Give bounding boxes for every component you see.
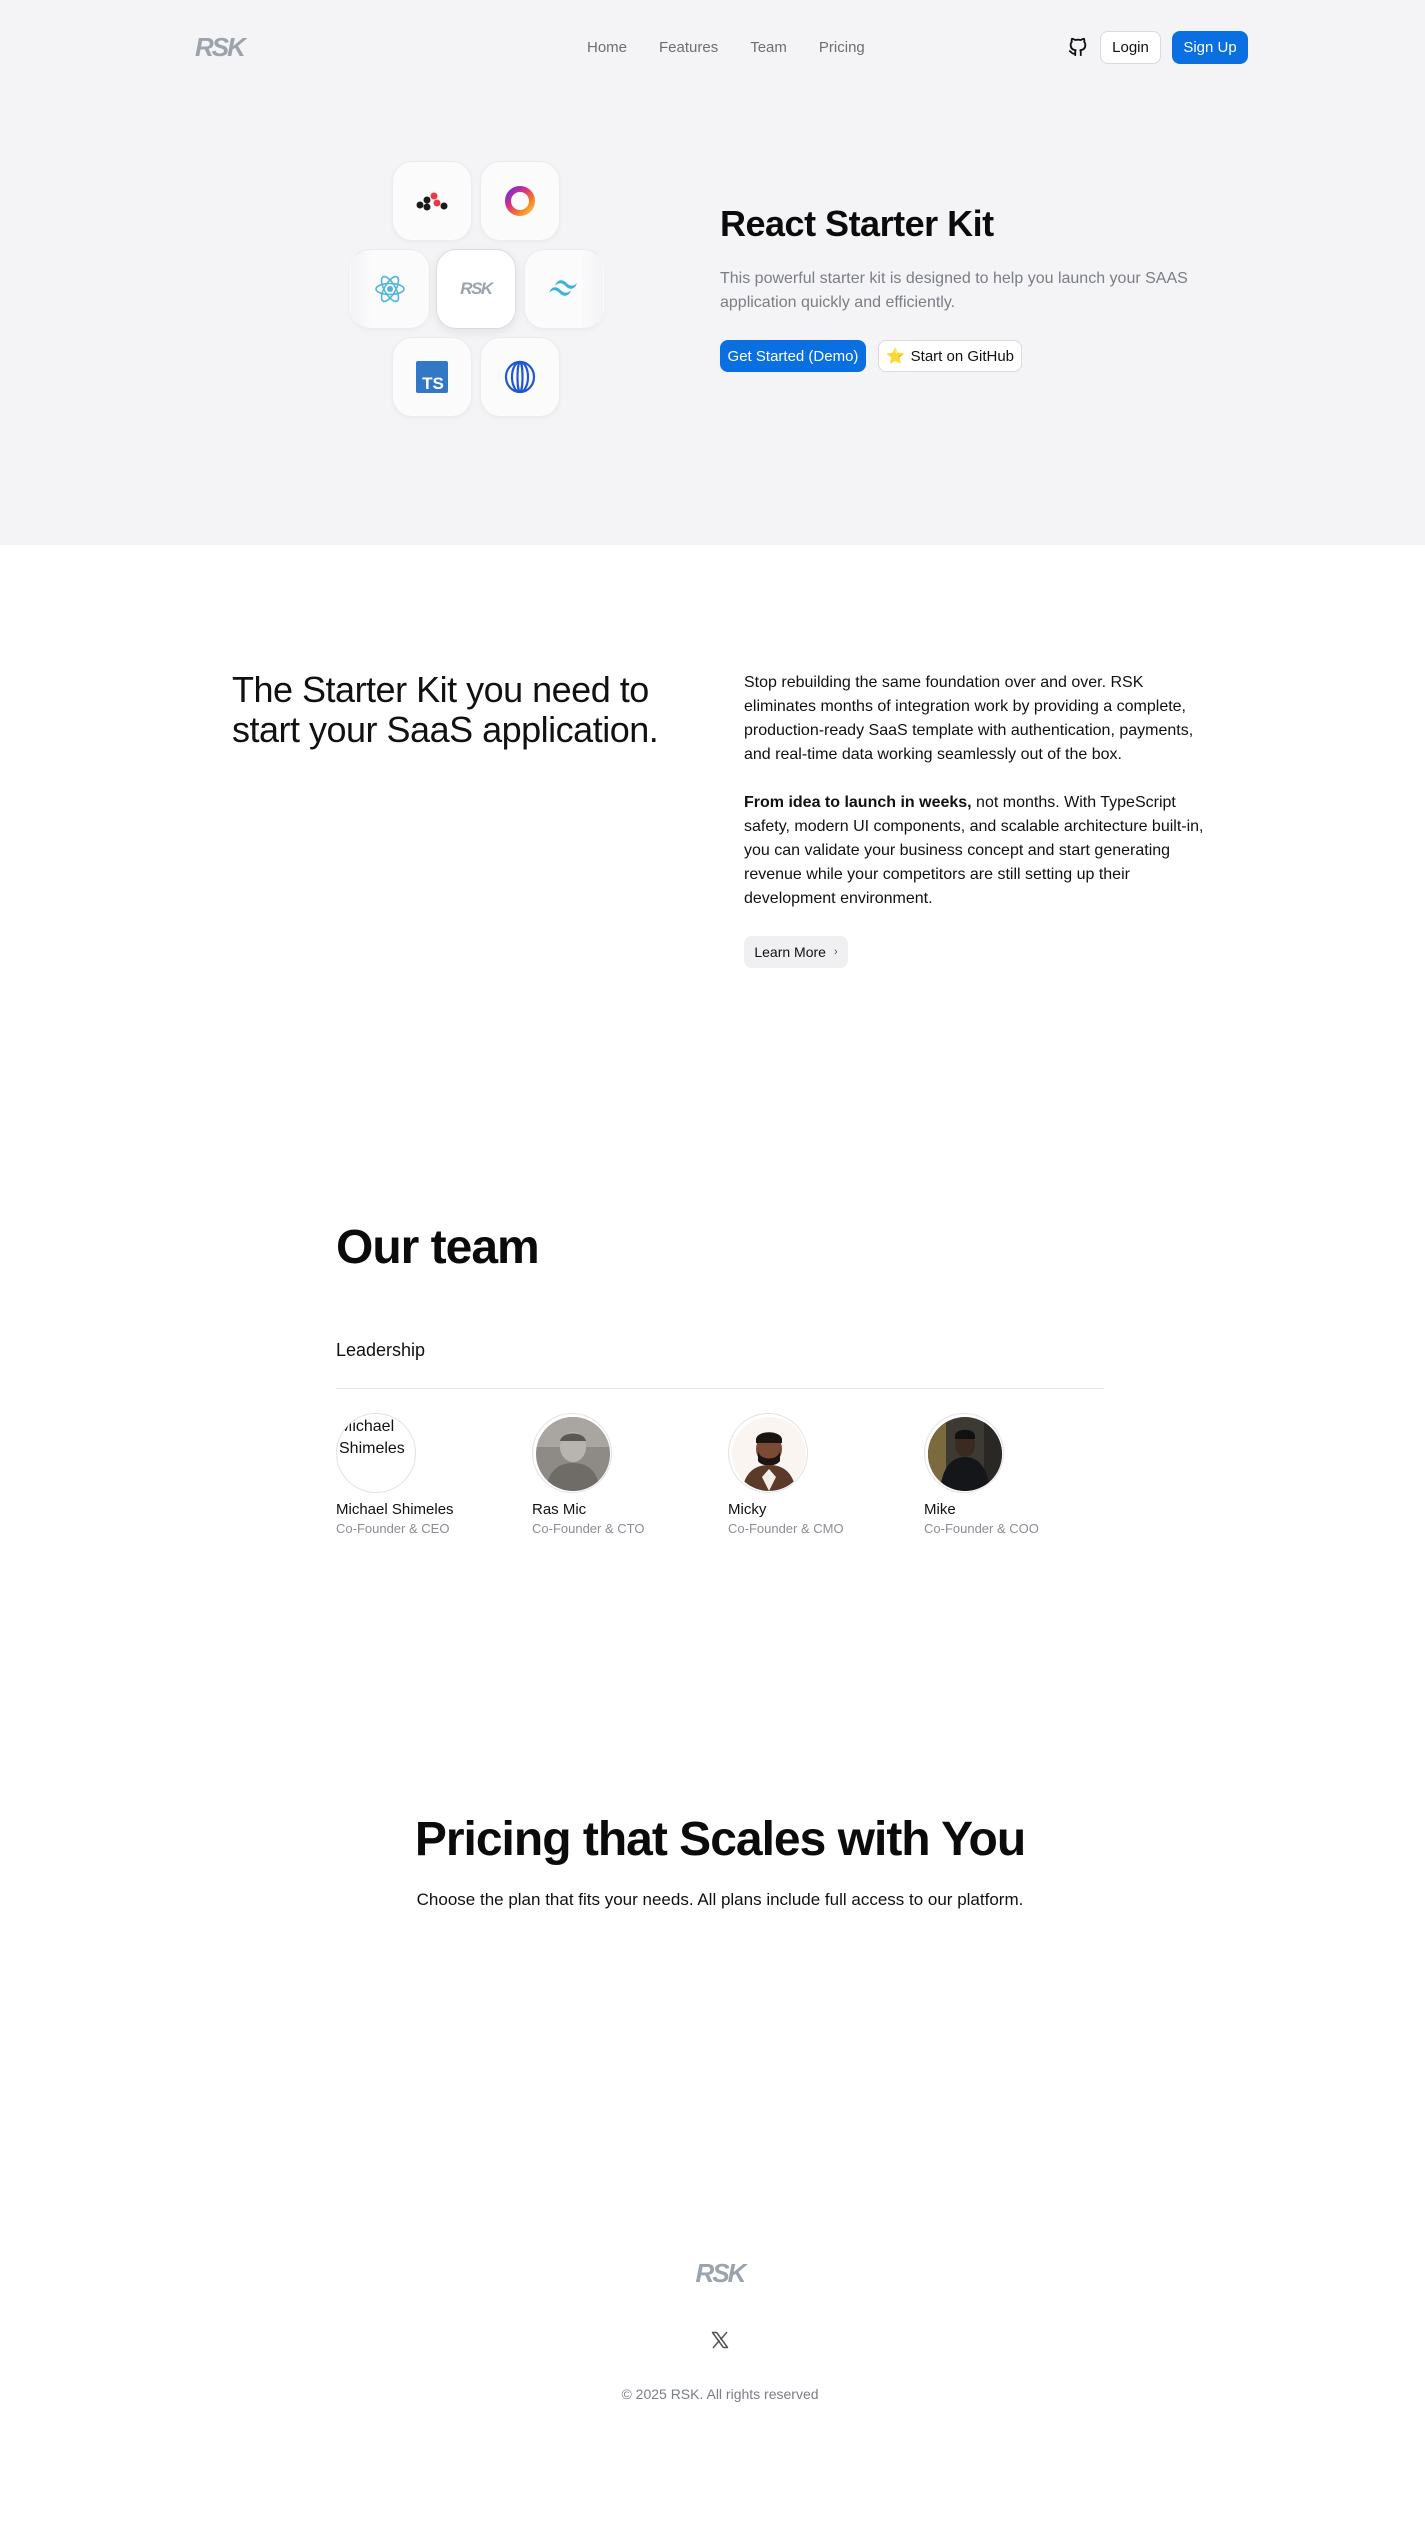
nav-link-home[interactable]: Home <box>587 39 627 56</box>
hero-section: RSK Home Features Team Pricing Login Sig… <box>0 0 1425 545</box>
member-name: Ras Mic <box>532 1501 587 1518</box>
rsk-icon: RSK <box>460 279 493 298</box>
team-member-card: Michael Shimeles Michael Shimeles Co-Fou… <box>336 1413 516 1536</box>
nav-link-team[interactable]: Team <box>750 39 787 56</box>
starter-paragraph-2: From idea to launch in weeks, not months… <box>744 791 1214 911</box>
member-name: Michael Shimeles <box>336 1501 454 1518</box>
avatar-photo-micky <box>732 1417 806 1491</box>
member-role: Co-Founder & CMO <box>728 1521 844 1536</box>
learn-more-label: Learn More <box>754 944 826 960</box>
chevron-right-icon: › <box>833 946 838 958</box>
typescript-badge-text: TS <box>422 374 444 393</box>
rsk-tile: RSK <box>436 249 516 329</box>
starter-paragraph-1: Stop rebuilding the same foundation over… <box>744 674 1194 763</box>
learn-more-button[interactable]: Learn More › <box>744 936 848 968</box>
team-title: Our team <box>336 1221 540 1274</box>
signup-button[interactable]: Sign Up <box>1172 31 1248 64</box>
react-tile <box>350 249 430 329</box>
hero-title: React Starter Kit <box>720 203 994 244</box>
member-role: Co-Founder & COO <box>924 1521 1039 1536</box>
team-member-card: Ras Mic Co-Founder & CTO <box>532 1413 712 1536</box>
typescript-tile: TS <box>392 337 472 417</box>
avatar <box>728 1413 808 1493</box>
pricing-title: Pricing that Scales with You <box>414 1813 1026 1866</box>
avatar <box>924 1413 1004 1493</box>
openai-icon <box>504 360 536 394</box>
typescript-icon: TS <box>416 361 448 393</box>
github-icon[interactable] <box>1067 36 1089 58</box>
openai-tile <box>480 337 560 417</box>
team-subtitle: Leadership <box>336 1340 426 1360</box>
convex-tile <box>392 161 472 241</box>
avatar-photo-ras-mic <box>536 1417 610 1491</box>
avatar-photo-mike <box>928 1417 1002 1491</box>
react-icon <box>375 275 405 303</box>
team-divider <box>336 1388 1104 1389</box>
footer-copyright: © 2025 RSK. All rights reserved <box>621 2386 819 2402</box>
nav-link-pricing[interactable]: Pricing <box>819 39 865 56</box>
hero-description: This powerful starter kit is designed to… <box>720 270 1188 311</box>
brand-logo[interactable]: RSK <box>195 32 246 63</box>
login-button[interactable]: Login <box>1100 31 1161 64</box>
nav-links: Home Features Team Pricing <box>587 39 897 56</box>
github-star-label: Start on GitHub <box>910 347 1015 365</box>
member-name: Micky <box>728 1501 767 1518</box>
team-member-card: Micky Co-Founder & CMO <box>728 1413 908 1536</box>
broken-avatar-alt-text: Michael Shimeles <box>339 1418 405 1457</box>
avatar: Michael Shimeles <box>336 1413 416 1493</box>
pricing-subtitle: Choose the plan that fits your needs. Al… <box>416 1890 1024 1909</box>
member-role: Co-Founder & CTO <box>532 1521 645 1536</box>
footer-logo[interactable]: RSK <box>0 2258 1425 2289</box>
starter-paragraph-2-bold: From idea to launch in weeks, <box>744 794 972 811</box>
member-name: Mike <box>924 1501 956 1518</box>
github-star-button[interactable]: ⭐ Start on GitHub <box>878 340 1022 372</box>
member-role: Co-Founder & CEO <box>336 1521 450 1536</box>
tailwind-tile <box>524 249 604 329</box>
starter-heading: The Starter Kit you need to start your S… <box>232 669 659 750</box>
avatar <box>532 1413 612 1493</box>
nav-link-features[interactable]: Features <box>659 39 718 56</box>
get-started-button[interactable]: Get Started (Demo) <box>720 340 866 372</box>
tailwind-icon <box>549 280 577 296</box>
top-navbar: RSK Home Features Team Pricing Login Sig… <box>0 0 1425 96</box>
x-twitter-icon[interactable] <box>710 2330 730 2350</box>
convex-icon <box>416 192 448 211</box>
clerk-tile <box>480 161 560 241</box>
star-icon: ⭐ <box>885 348 905 365</box>
team-member-card: Mike Co-Founder & COO <box>924 1413 1104 1536</box>
clerk-icon <box>505 186 535 216</box>
